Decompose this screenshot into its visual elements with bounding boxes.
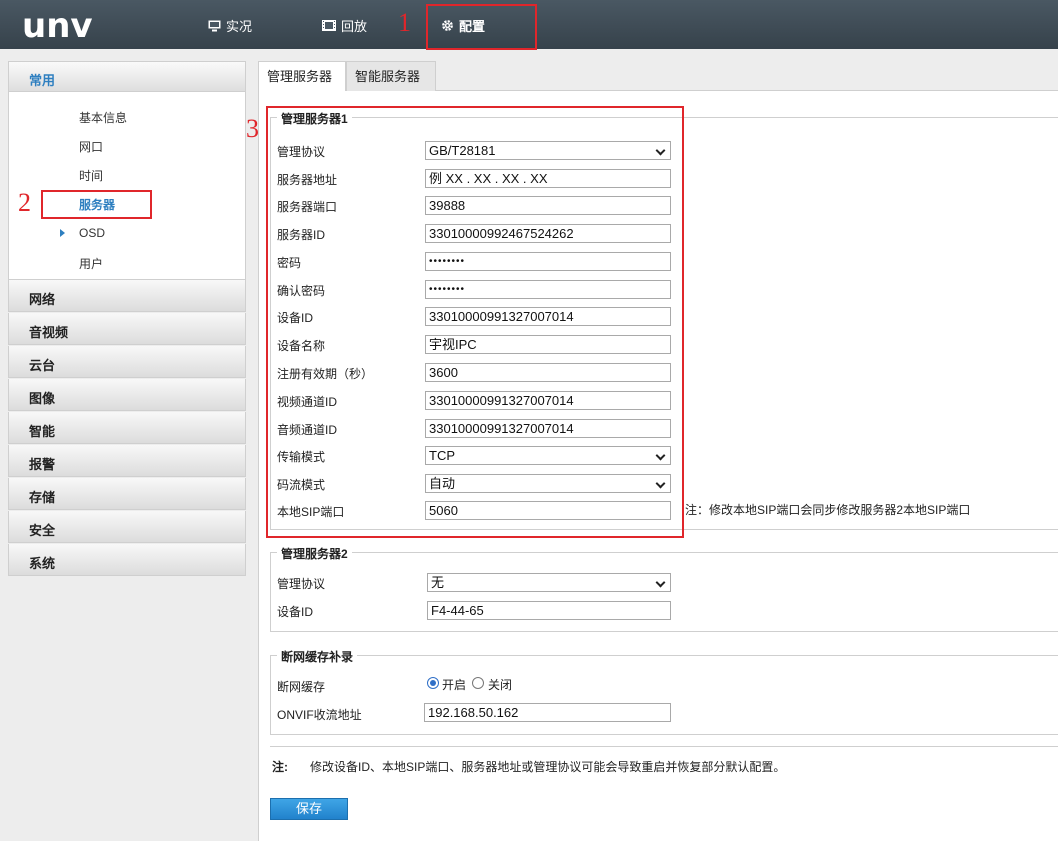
- sidebar-item-server[interactable]: 服务器: [79, 196, 115, 213]
- sidebar-header-label: 常用: [29, 73, 56, 88]
- tab-bar: 管理服务器 智能服务器: [258, 61, 1058, 92]
- annotation-3: 3: [246, 114, 259, 143]
- server1-stream-mode-select[interactable]: 自动: [425, 474, 671, 493]
- sidebar-item-network-port[interactable]: 网口: [79, 138, 103, 155]
- server1-server-id-input[interactable]: 33010000992467524262: [425, 224, 671, 243]
- gear-icon: [442, 20, 453, 31]
- bottom-note-text: 修改设备ID、本地SIP端口、服务器地址或管理协议可能会导致重启并恢复部分默认配…: [310, 760, 786, 774]
- sidebar-cat-label: 网络: [29, 292, 56, 307]
- tab-smart-server[interactable]: 智能服务器: [346, 61, 436, 91]
- server1-server-address-input[interactable]: 例 XX . XX . XX . XX: [425, 169, 671, 188]
- sidebar-cat-storage[interactable]: 存储: [8, 478, 246, 510]
- sidebar-cat-label: 报警: [29, 457, 56, 472]
- server2-protocol-select[interactable]: 无: [427, 573, 671, 592]
- sidebar-cat-alarm[interactable]: 报警: [8, 445, 246, 477]
- top-bar: unv 实况 回放 配置: [0, 0, 1058, 49]
- server1-local-sip-port-input[interactable]: 5060: [425, 501, 671, 520]
- divider: [270, 746, 1058, 747]
- sidebar-sub-menu: 基本信息 网口 时间 服务器 OSD 用户: [8, 92, 246, 280]
- sidebar-cat-image[interactable]: 图像: [8, 379, 246, 411]
- server1-protocol-select[interactable]: GB/T28181: [425, 141, 671, 160]
- onvif-address-input[interactable]: 192.168.50.162: [424, 703, 671, 722]
- server1-audio-channel-id-label: 音频通道ID: [277, 423, 338, 437]
- sidebar-cat-label: 云台: [29, 358, 56, 373]
- cache-off-radio[interactable]: [472, 677, 484, 689]
- sidebar-cat-system[interactable]: 系统: [8, 544, 246, 576]
- sidebar-cat-security[interactable]: 安全: [8, 511, 246, 543]
- sidebar-cat-ptz[interactable]: 云台: [8, 346, 246, 378]
- server1-protocol-label: 管理协议: [277, 145, 326, 159]
- sidebar-cat-label: 智能: [29, 424, 56, 439]
- sip-port-note: 注：修改本地SIP端口会同步修改服务器2本地SIP端口: [685, 503, 971, 517]
- annotation-1: 1: [398, 8, 411, 37]
- tab-management-server[interactable]: 管理服务器: [258, 61, 346, 92]
- sidebar-cat-label: 系统: [29, 556, 56, 571]
- server1-server-port-input[interactable]: 39888: [425, 196, 671, 215]
- sidebar-cat-label: 音视频: [29, 325, 69, 340]
- cache-off-label[interactable]: 关闭: [488, 676, 512, 693]
- onvif-address-label: ONVIF收流地址: [277, 708, 362, 722]
- server1-password-label: 密码: [277, 256, 302, 270]
- server1-server-port-label: 服务器端口: [277, 200, 338, 214]
- server2-device-id-label: 设备ID: [277, 605, 314, 619]
- sidebar: 常用 基本信息 网口 时间 服务器 OSD 用户 网络 音视频 云台 图像 智能…: [8, 61, 246, 841]
- sidebar-cat-label: 图像: [29, 391, 56, 406]
- server1-confirm-password-input[interactable]: ••••••••: [425, 280, 671, 299]
- server2-group: 管理服务器2: [270, 545, 1058, 632]
- nav-playback-label: 回放: [341, 19, 368, 34]
- sidebar-cat-label: 安全: [29, 523, 56, 538]
- cache-legend: 断网缓存补录: [277, 648, 358, 665]
- monitor-icon: [208, 20, 221, 31]
- server2-protocol-label: 管理协议: [277, 577, 326, 591]
- sidebar-item-osd[interactable]: OSD: [79, 226, 105, 240]
- caret-right-icon: [60, 229, 65, 237]
- cache-group: 断网缓存补录: [270, 648, 1058, 735]
- server1-device-name-input[interactable]: 宇视IPC: [425, 335, 671, 354]
- sidebar-header-common[interactable]: 常用: [8, 61, 246, 92]
- server1-confirm-password-label: 确认密码: [277, 284, 326, 298]
- server1-transport-mode-label: 传输模式: [277, 450, 326, 464]
- nav-config-label: 配置: [459, 19, 486, 34]
- server1-transport-mode-select[interactable]: TCP: [425, 446, 671, 465]
- sidebar-item-user[interactable]: 用户: [79, 255, 103, 272]
- bottom-note: 注: 修改设备ID、本地SIP端口、服务器地址或管理协议可能会导致重启并恢复部分默…: [272, 758, 785, 775]
- server1-video-channel-id-label: 视频通道ID: [277, 395, 338, 409]
- server1-device-id-label: 设备ID: [277, 311, 314, 325]
- film-icon: [322, 20, 336, 31]
- server1-audio-channel-id-input[interactable]: 33010000991327007014: [425, 419, 671, 438]
- sidebar-cat-audio-video[interactable]: 音视频: [8, 313, 246, 345]
- nav-live-label: 实况: [226, 19, 253, 34]
- nav-config[interactable]: 配置: [441, 16, 485, 35]
- server1-video-channel-id-input[interactable]: 33010000991327007014: [425, 391, 671, 410]
- server1-password-input[interactable]: ••••••••: [425, 252, 671, 271]
- annotation-2: 2: [18, 188, 31, 217]
- nav-playback[interactable]: 回放: [322, 16, 367, 35]
- sidebar-cat-smart[interactable]: 智能: [8, 412, 246, 444]
- sidebar-cat-label: 存储: [29, 490, 56, 505]
- server1-register-expiry-input[interactable]: 3600: [425, 363, 671, 382]
- sidebar-cat-network[interactable]: 网络: [8, 280, 246, 312]
- cache-label: 断网缓存: [277, 680, 326, 694]
- server1-local-sip-port-label: 本地SIP端口: [277, 505, 345, 519]
- save-button[interactable]: 保存: [270, 798, 348, 820]
- unv-logo: unv: [22, 6, 93, 46]
- nav-live[interactable]: 实况: [208, 16, 252, 35]
- cache-on-radio[interactable]: [427, 677, 439, 689]
- server2-device-id-input[interactable]: F4-44-65: [427, 601, 671, 620]
- cache-on-label[interactable]: 开启: [442, 676, 466, 693]
- sidebar-item-time[interactable]: 时间: [79, 167, 103, 184]
- server1-register-expiry-label: 注册有效期（秒）: [277, 367, 374, 381]
- server1-server-id-label: 服务器ID: [277, 228, 326, 242]
- server2-legend: 管理服务器2: [277, 545, 352, 562]
- server1-device-id-input[interactable]: 33010000991327007014: [425, 307, 671, 326]
- sidebar-item-basic-info[interactable]: 基本信息: [79, 109, 127, 126]
- server1-device-name-label: 设备名称: [277, 339, 326, 353]
- server1-stream-mode-label: 码流模式: [277, 478, 326, 492]
- bottom-note-prefix: 注:: [272, 760, 288, 774]
- server1-server-address-label: 服务器地址: [277, 173, 338, 187]
- server1-legend: 管理服务器1: [277, 110, 352, 127]
